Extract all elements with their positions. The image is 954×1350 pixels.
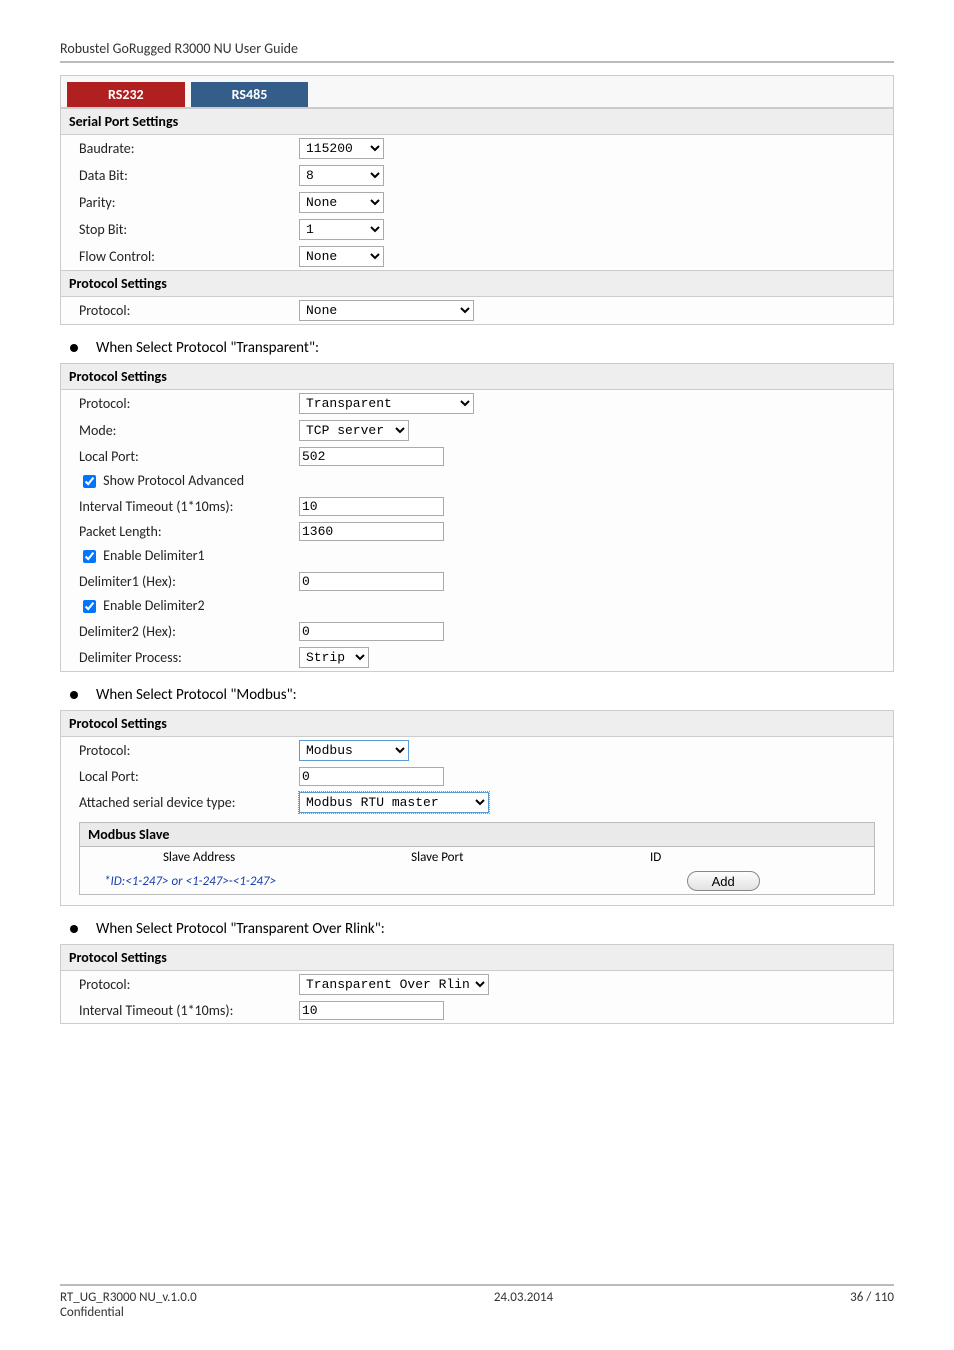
baudrate-select[interactable]: 115200	[299, 138, 384, 159]
id-hint: *ID:<1-247> or <1-247>-<1-247>	[80, 868, 556, 894]
table-hint-row: *ID:<1-247> or <1-247>-<1-247> Add	[80, 868, 874, 894]
localport-input-transparent[interactable]	[299, 447, 444, 466]
col-slave-address: Slave Address	[80, 847, 318, 868]
protocol-label-rlink: Protocol:	[79, 976, 299, 993]
rlink-panel: Protocol Settings Protocol: Transparent …	[60, 944, 894, 1024]
footer-date: 24.03.2014	[197, 1290, 850, 1320]
bullet-icon	[70, 925, 78, 933]
protocol-label-none: Protocol:	[79, 302, 299, 319]
enable-delim1-checkbox[interactable]	[83, 550, 96, 563]
databit-select[interactable]: 8	[299, 165, 384, 186]
packetlen-label: Packet Length:	[79, 523, 299, 540]
stopbit-select[interactable]: 1	[299, 219, 384, 240]
bullet-transparent: When Select Protocol "Transparent":	[70, 339, 894, 357]
protocol-select-modbus[interactable]: Modbus	[299, 740, 409, 761]
footer-doc-id: RT_UG_R3000 NU_v.1.0.0	[60, 1290, 197, 1305]
attached-label: Attached serial device type:	[79, 794, 299, 811]
bullet-modbus: When Select Protocol "Modbus":	[70, 686, 894, 704]
page-header: Robustel GoRugged R3000 NU User Guide	[60, 40, 894, 63]
enable-delim2-checkbox[interactable]	[83, 600, 96, 613]
interval-input-transparent[interactable]	[299, 497, 444, 516]
tab-rs232[interactable]: RS232	[67, 82, 185, 107]
stopbit-label: Stop Bit:	[79, 221, 299, 238]
bullet-rlink: When Select Protocol "Transparent Over R…	[70, 920, 894, 938]
protocol-header-rlink: Protocol Settings	[61, 945, 893, 971]
delim2-input[interactable]	[299, 622, 444, 641]
enable-delim2-label: Enable Delimiter2	[103, 597, 204, 614]
bullet-icon	[70, 691, 78, 699]
protocol-header-none: Protocol Settings	[61, 270, 893, 297]
localport-input-modbus[interactable]	[299, 767, 444, 786]
interval-label-transparent: Interval Timeout (1*10ms):	[79, 498, 299, 515]
parity-select[interactable]: None	[299, 192, 384, 213]
bullet-icon	[70, 344, 78, 352]
flowcontrol-label: Flow Control:	[79, 248, 299, 265]
modbus-slave-header: Modbus Slave	[80, 823, 874, 847]
bullet-modbus-text: When Select Protocol "Modbus":	[96, 686, 297, 704]
delimproc-label: Delimiter Process:	[79, 649, 299, 666]
col-id: ID	[556, 847, 755, 868]
protocol-select-rlink[interactable]: Transparent Over Rlink	[299, 974, 489, 995]
localport-label-transparent: Local Port:	[79, 448, 299, 465]
modbus-slave-box: Modbus Slave Slave Address Slave Port ID…	[79, 822, 875, 895]
delim1-input[interactable]	[299, 572, 444, 591]
protocol-header-modbus: Protocol Settings	[61, 711, 893, 737]
show-advanced-label: Show Protocol Advanced	[103, 472, 244, 489]
protocol-label-modbus: Protocol:	[79, 742, 299, 759]
delimproc-select[interactable]: Strip	[299, 647, 369, 668]
protocol-select-transparent[interactable]: Transparent	[299, 393, 474, 414]
serial-port-header: Serial Port Settings	[61, 108, 893, 135]
protocol-header-transparent: Protocol Settings	[61, 364, 893, 390]
modbus-panel: Protocol Settings Protocol: Modbus Local…	[60, 710, 894, 906]
col-slave-port: Slave Port	[318, 847, 556, 868]
footer-page: 36 / 110	[850, 1290, 894, 1320]
show-advanced-checkbox[interactable]	[83, 475, 96, 488]
transparent-panel: Protocol Settings Protocol: Transparent …	[60, 363, 894, 672]
table-header-row: Slave Address Slave Port ID	[80, 847, 874, 868]
footer-confidential: Confidential	[60, 1305, 124, 1320]
bullet-rlink-text: When Select Protocol "Transparent Over R…	[96, 920, 385, 938]
mode-label: Mode:	[79, 422, 299, 439]
attached-select[interactable]: Modbus RTU master	[299, 792, 489, 813]
localport-label-modbus: Local Port:	[79, 768, 299, 785]
mode-select[interactable]: TCP server	[299, 420, 409, 441]
delim2-label: Delimiter2 (Hex):	[79, 623, 299, 640]
protocol-select-none[interactable]: None	[299, 300, 474, 321]
delim1-label: Delimiter1 (Hex):	[79, 573, 299, 590]
modbus-slave-table: Slave Address Slave Port ID *ID:<1-247> …	[80, 847, 874, 894]
page-footer: RT_UG_R3000 NU_v.1.0.0 Confidential 24.0…	[60, 1284, 894, 1320]
interval-input-rlink[interactable]	[299, 1001, 444, 1020]
protocol-label-transparent: Protocol:	[79, 395, 299, 412]
parity-label: Parity:	[79, 194, 299, 211]
tab-rs485[interactable]: RS485	[191, 82, 309, 107]
add-button[interactable]: Add	[687, 871, 760, 891]
baudrate-label: Baudrate:	[79, 140, 299, 157]
flowcontrol-select[interactable]: None	[299, 246, 384, 267]
enable-delim1-label: Enable Delimiter1	[103, 547, 204, 564]
tab-bar: RS232 RS485	[61, 76, 893, 108]
packetlen-input[interactable]	[299, 522, 444, 541]
interval-label-rlink: Interval Timeout (1*10ms):	[79, 1002, 299, 1019]
databit-label: Data Bit:	[79, 167, 299, 184]
bullet-transparent-text: When Select Protocol "Transparent":	[96, 339, 319, 357]
serial-protocol-panel: RS232 RS485 Serial Port Settings Baudrat…	[60, 75, 894, 325]
